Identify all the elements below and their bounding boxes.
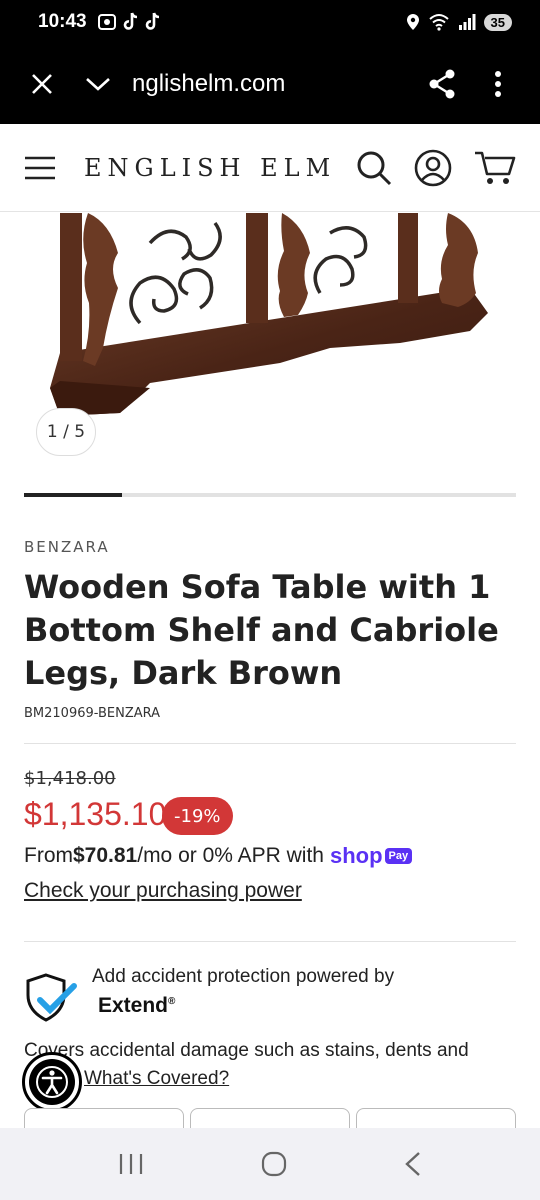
system-nav-bar	[0, 1128, 540, 1200]
url-bar[interactable]: nglishelm.com	[132, 70, 414, 98]
image-counter: 1 / 5	[36, 408, 96, 456]
discount-badge: -19%	[162, 797, 233, 835]
account-button[interactable]	[414, 149, 452, 187]
accessibility-button[interactable]	[22, 1052, 82, 1112]
shop-pay-logo: shop	[329, 843, 383, 868]
gallery-progress-fill	[24, 493, 123, 497]
purchasing-power-link[interactable]: Check your purchasing power	[24, 879, 302, 903]
hamburger-icon	[25, 156, 55, 179]
product-vendor[interactable]: BENZARA	[24, 538, 110, 556]
extend-heading: Add accident protection powered by	[92, 966, 395, 987]
product-title: Wooden Sofa Table with 1 Bottom Shelf an…	[24, 568, 499, 692]
installment-prefix: From	[24, 844, 73, 867]
notification-icons	[97, 12, 161, 32]
installment-message: From $70.81 /mo or 0% APR with shop Pay	[24, 843, 413, 869]
compare-price: $1,418.00	[24, 768, 116, 789]
recents-icon	[120, 1154, 143, 1174]
status-time: 10:43	[38, 11, 87, 32]
extend-logo-mark: ®	[168, 996, 176, 1007]
shop-pay-badge: Pay	[384, 848, 413, 864]
sale-price: $1,135.10	[24, 796, 167, 832]
collapse-button[interactable]	[70, 44, 126, 124]
recents-button[interactable]	[118, 1153, 144, 1175]
cart-button[interactable]	[474, 150, 516, 186]
divider	[24, 941, 516, 942]
installment-amount: $70.81	[73, 844, 138, 867]
tiktok-icon	[145, 12, 159, 30]
chevron-down-icon	[86, 78, 110, 91]
site-header: ENGLISH ELM	[0, 124, 540, 212]
system-icons: 35	[406, 13, 512, 31]
back-button[interactable]	[404, 1151, 422, 1177]
product-gallery[interactable]: 1 / 5	[0, 213, 540, 488]
divider	[24, 743, 516, 744]
more-menu-button[interactable]	[470, 44, 526, 124]
installment-suffix: /mo or 0% APR with	[137, 844, 324, 867]
whats-covered-link[interactable]: What's Covered?	[84, 1068, 229, 1090]
search-icon	[357, 151, 392, 185]
menu-button[interactable]	[24, 156, 56, 180]
close-tab-button[interactable]	[14, 44, 70, 124]
account-icon	[414, 149, 452, 186]
extend-logo: Extend®	[98, 994, 175, 1018]
screenshot-icon	[97, 14, 116, 30]
location-icon	[406, 14, 419, 30]
share-icon	[429, 69, 455, 99]
home-icon	[261, 1151, 287, 1177]
search-button[interactable]	[356, 150, 392, 186]
extend-coverage-text: Covers accidental damage such as stains,…	[24, 1040, 469, 1061]
wifi-icon	[428, 14, 449, 31]
product-sku: BM210969-BENZARA	[24, 706, 161, 721]
brand-logo[interactable]: ENGLISH ELM	[84, 154, 356, 182]
shield-check-icon	[26, 973, 77, 1022]
tiktok-icon	[123, 12, 137, 30]
close-icon	[32, 74, 52, 94]
browser-toolbar: nglishelm.com	[0, 44, 540, 124]
accessibility-icon	[29, 1059, 75, 1105]
status-bar: 10:43 35	[0, 0, 540, 44]
extend-protection: Add accident protection powered by Exten…	[24, 966, 516, 1026]
battery-indicator: 35	[483, 13, 512, 31]
extend-logo-text: Extend	[98, 994, 169, 1017]
more-vertical-icon	[495, 71, 501, 97]
home-button[interactable]	[261, 1151, 287, 1177]
gallery-progress-bar	[24, 493, 516, 497]
back-icon	[404, 1152, 420, 1176]
signal-icon	[458, 14, 476, 30]
cart-icon	[475, 151, 516, 184]
share-button[interactable]	[414, 44, 470, 124]
